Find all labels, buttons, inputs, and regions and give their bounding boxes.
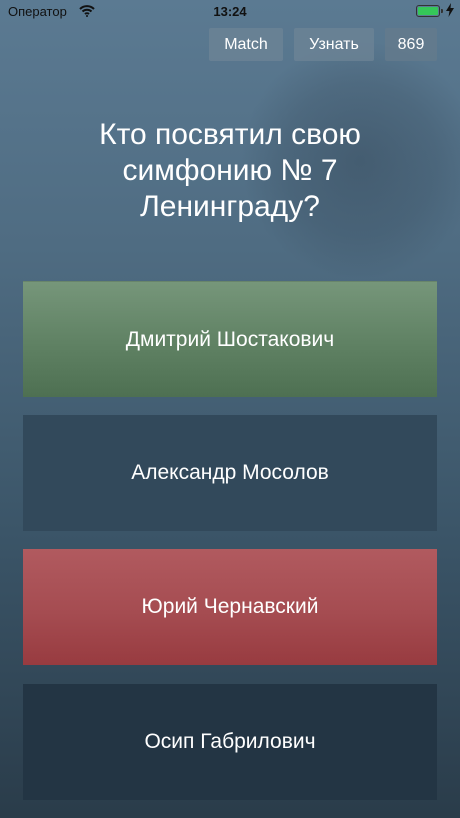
match-button[interactable]: Match — [209, 28, 283, 61]
status-time: 13:24 — [213, 4, 247, 19]
battery-cap — [441, 9, 443, 13]
charging-bolt-icon — [446, 3, 454, 20]
score-counter: 869 — [385, 28, 437, 61]
answer-option-4[interactable]: Осип Габрилович — [23, 684, 437, 800]
learn-button[interactable]: Узнать — [294, 28, 374, 61]
answer-option-1[interactable]: Дмитрий Шостакович — [23, 281, 437, 397]
answer-option-3[interactable]: Юрий Чернавский — [23, 549, 437, 665]
battery-level — [418, 7, 438, 15]
battery-icon — [416, 5, 440, 17]
question-text: Кто посвятил свою симфонию № 7 Ленинград… — [99, 118, 361, 223]
answer-option-2[interactable]: Александр Мосолов — [23, 415, 437, 531]
status-bar: Оператор 13:24 — [0, 0, 460, 24]
